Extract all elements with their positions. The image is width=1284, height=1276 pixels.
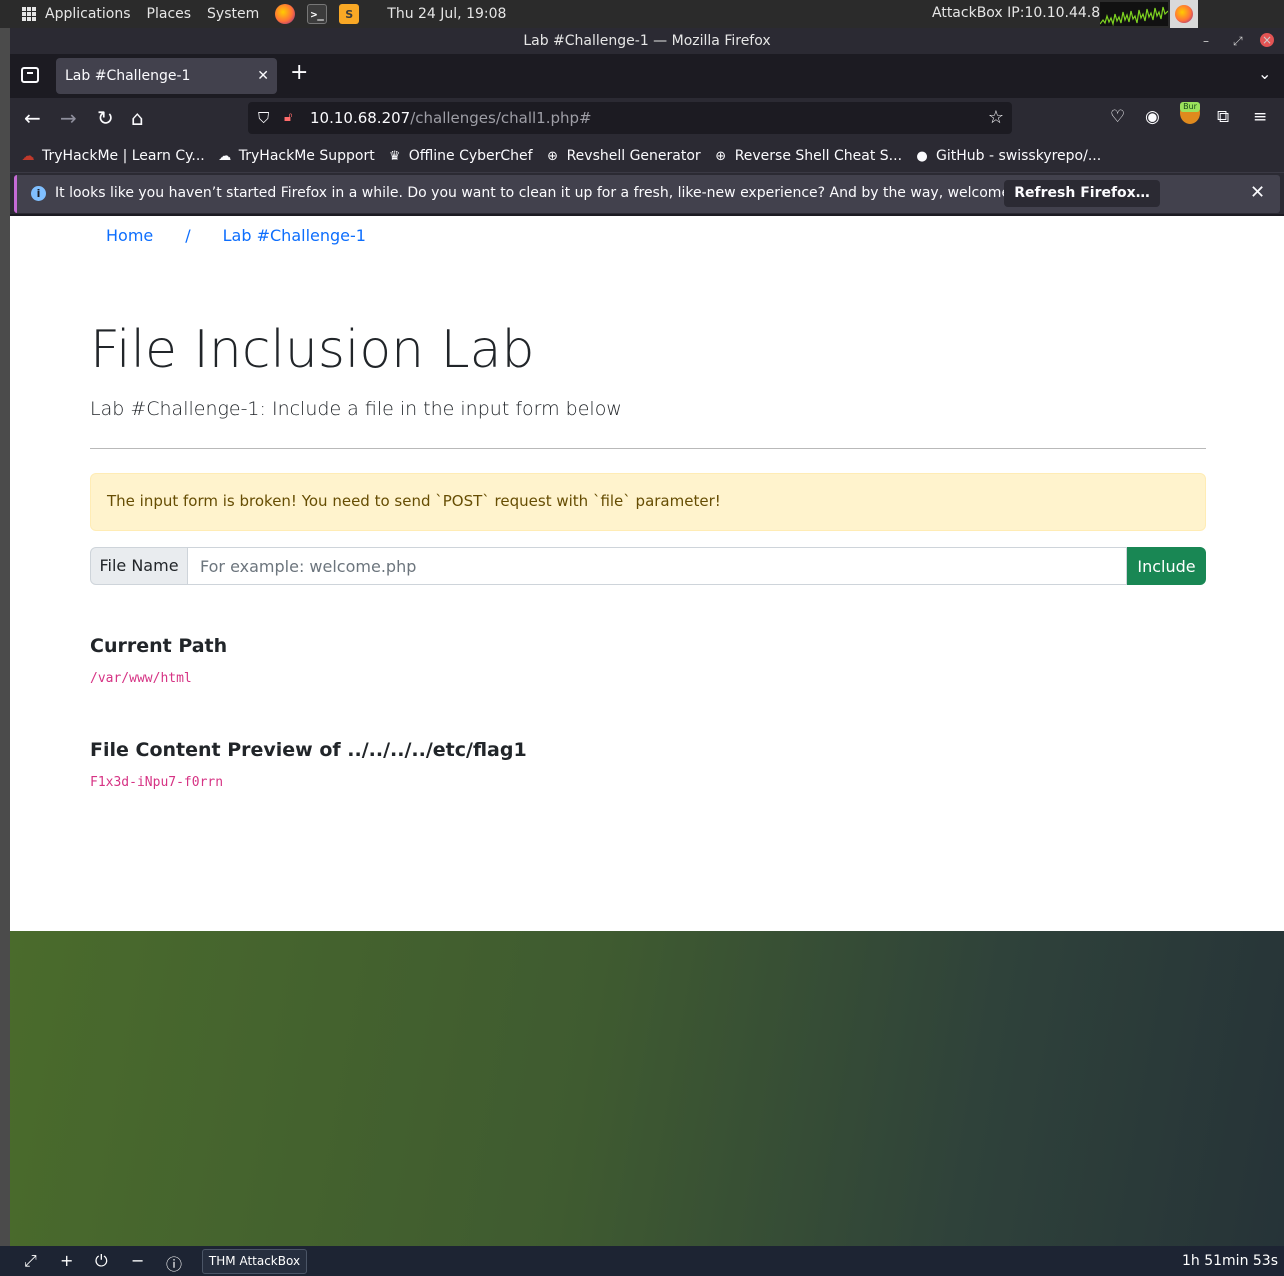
page-title: File Inclusion Lab — [90, 320, 535, 380]
tab-close-icon[interactable]: ✕ — [257, 58, 269, 94]
info-icon: i — [31, 186, 46, 201]
tab-strip: Lab #Challenge-1 ✕ + ⌄ — [10, 54, 1284, 98]
tab-title: Lab #Challenge-1 — [65, 68, 191, 84]
notification-box: i It looks like you haven’t started Fire… — [14, 175, 1280, 213]
url-text[interactable]: 10.10.68.207/challenges/chall1.php# — [310, 102, 592, 134]
warning-alert: The input form is broken! You need to se… — [90, 473, 1206, 531]
bookmark-github-swisskyrepo[interactable]: ● GitHub - swisskyrepo/... — [914, 148, 1101, 164]
reload-icon[interactable]: ↻ — [97, 106, 114, 130]
insecure-lock-icon[interactable]: 🔓︎ — [284, 102, 292, 134]
current-path-title: Current Path — [90, 635, 228, 657]
applications-grid-icon[interactable] — [22, 7, 36, 21]
file-preview-content: F1x3d-iNpu7-f0rrn — [90, 775, 224, 790]
bookmark-label: Reverse Shell Cheat S... — [734, 148, 903, 164]
window-title-bar: Lab #Challenge-1 — Mozilla Firefox – ⤢ × — [10, 28, 1284, 54]
bookmark-offline-cyberchef[interactable]: ♛ Offline CyberChef — [387, 148, 533, 164]
bookmark-tryhackme-support[interactable]: ☁ TryHackMe Support — [217, 148, 375, 164]
navigation-toolbar: ← → ↻ ⌂ ⛉ 🔓︎ 10.10.68.207/challenges/cha… — [10, 98, 1284, 140]
include-button[interactable]: Include — [1127, 547, 1206, 585]
tryhackme-icon: ☁ — [21, 148, 35, 164]
globe-icon: ⊕ — [715, 148, 727, 164]
close-window-icon[interactable]: × — [1260, 33, 1274, 47]
desktop-wallpaper — [10, 931, 1284, 1246]
chef-hat-icon: ♛ — [388, 148, 401, 164]
cpu-monitor-graph — [1100, 2, 1168, 26]
notification-text: It looks like you haven’t started Firefo… — [55, 185, 1054, 201]
attackbox-bottom-bar: ⤢ + ⏻ − ⓘ THM AttackBox 1h 51min 53s — [0, 1246, 1284, 1276]
terminal-launcher-icon[interactable]: >_ — [307, 4, 328, 24]
tracking-protection-shield-icon[interactable]: ⛉ — [258, 102, 269, 134]
file-preview-title: File Content Preview of ../../../../etc/… — [90, 739, 527, 761]
burp-proxy-extension-icon[interactable]: Bur — [1180, 102, 1200, 124]
places-menu[interactable]: Places — [147, 6, 192, 22]
close-notification-icon[interactable]: ✕ — [1250, 182, 1265, 203]
github-icon: ● — [916, 148, 928, 164]
session-timer: 1h 51min 53s — [1182, 1253, 1279, 1269]
forward-arrow-icon[interactable]: → — [60, 106, 77, 130]
system-menu[interactable]: System — [207, 6, 259, 22]
globe-icon: ⊕ — [547, 148, 559, 164]
extensions-puzzle-icon[interactable]: ⧉ — [1217, 107, 1229, 127]
current-path-value: /var/www/html — [90, 671, 192, 686]
minimize-icon[interactable]: – — [1203, 28, 1209, 54]
bookmark-revshell-generator[interactable]: ⊕ Revshell Generator — [545, 148, 701, 164]
pocket-icon[interactable]: ♡ — [1110, 107, 1125, 127]
web-page-content: Home / Lab #Challenge-1 File Inclusion L… — [10, 216, 1284, 931]
firefox-view-icon[interactable] — [21, 67, 39, 83]
bookmark-label: Revshell Generator — [566, 148, 701, 164]
cloud-icon: ☁ — [218, 148, 232, 164]
breadcrumb-home-link[interactable]: Home — [106, 226, 153, 245]
thm-attackbox-tab[interactable]: THM AttackBox — [202, 1249, 307, 1274]
bookmark-label: GitHub - swisskyrepo/... — [936, 148, 1102, 164]
firefox-tray-icon[interactable] — [1170, 0, 1198, 28]
add-time-plus-icon[interactable]: + — [60, 1251, 73, 1270]
hamburger-menu-icon[interactable]: ≡ — [1253, 107, 1267, 127]
fullscreen-expand-icon[interactable]: ⤢ — [24, 1251, 37, 1271]
bookmark-label: TryHackMe | Learn Cy... — [42, 148, 205, 164]
applications-menu[interactable]: Applications — [45, 6, 131, 22]
left-dock-strip — [0, 28, 10, 1246]
breadcrumb: Home / Lab #Challenge-1 — [106, 226, 366, 245]
breadcrumb-current-link[interactable]: Lab #Challenge-1 — [223, 226, 366, 245]
divider — [90, 448, 1206, 449]
refresh-firefox-button[interactable]: Refresh Firefox… — [1004, 180, 1160, 207]
breadcrumb-separator: / — [185, 226, 191, 245]
bookmarks-toolbar: ☁ TryHackMe | Learn Cy... ☁ TryHackMe Su… — [10, 140, 1284, 172]
window-title: Lab #Challenge-1 — Mozilla Firefox — [523, 33, 771, 49]
file-name-input[interactable] — [188, 547, 1127, 585]
url-host: 10.10.68.207 — [310, 109, 411, 127]
page-subtitle: Lab #Challenge-1: Include a file in the … — [90, 398, 622, 420]
bookmark-reverse-shell-cheat-sheet[interactable]: ⊕ Reverse Shell Cheat S... — [713, 148, 902, 164]
account-icon[interactable]: ◉ — [1145, 107, 1160, 127]
bookmark-label: Offline CyberChef — [408, 148, 533, 164]
bookmark-tryhackme[interactable]: ☁ TryHackMe | Learn Cy... — [20, 148, 205, 164]
minimize-minus-icon[interactable]: − — [131, 1251, 144, 1270]
notification-bar: i It looks like you haven’t started Fire… — [10, 172, 1284, 214]
new-tab-icon[interactable]: + — [290, 60, 308, 85]
list-all-tabs-icon[interactable]: ⌄ — [1258, 64, 1271, 83]
tab-lab-challenge-1[interactable]: Lab #Challenge-1 ✕ — [56, 58, 277, 94]
bookmark-label: TryHackMe Support — [238, 148, 375, 164]
back-arrow-icon[interactable]: ← — [24, 106, 41, 130]
url-path: /challenges/chall1.php# — [410, 109, 592, 127]
attackbox-ip-label: AttackBox IP:10.10.44.82 — [932, 5, 1110, 21]
power-icon[interactable]: ⏻ — [95, 1251, 108, 1271]
file-name-label: File Name — [90, 547, 188, 585]
url-bar[interactable]: ⛉ 🔓︎ 10.10.68.207/challenges/chall1.php#… — [248, 102, 1012, 134]
firefox-window: Lab #Challenge-1 — Mozilla Firefox – ⤢ ×… — [10, 28, 1284, 931]
info-circle-icon[interactable]: ⓘ — [166, 1251, 182, 1275]
file-include-form: File Name Include — [90, 547, 1206, 585]
bookmark-star-icon[interactable]: ☆ — [988, 102, 1004, 134]
sublime-text-launcher-icon[interactable]: S — [339, 4, 360, 24]
maximize-icon[interactable]: ⤢ — [1233, 28, 1243, 54]
desktop-top-panel: Applications Places System >_ S Thu 24 J… — [0, 0, 1284, 28]
clock[interactable]: Thu 24 Jul, 19:08 — [387, 6, 506, 22]
home-icon[interactable]: ⌂ — [131, 106, 144, 130]
firefox-launcher-icon[interactable] — [275, 4, 296, 24]
